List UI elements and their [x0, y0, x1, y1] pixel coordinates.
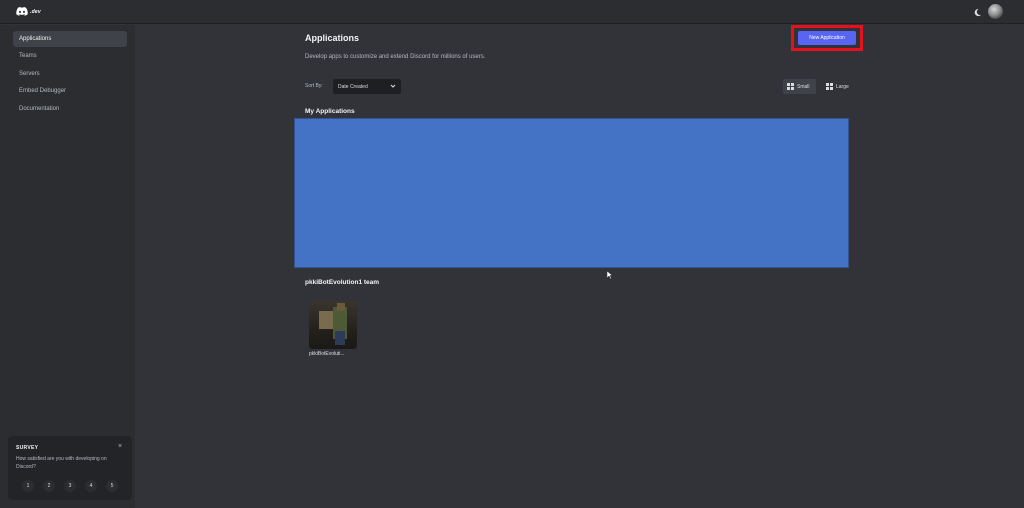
sort-value: Date Created — [338, 83, 368, 90]
my-applications-area — [294, 118, 849, 268]
sort-select[interactable]: Date Created — [333, 79, 401, 94]
app-thumbnail — [309, 301, 357, 349]
sidebar-item-applications[interactable]: Applications — [13, 31, 127, 47]
rating-button-4[interactable]: 4 — [85, 480, 97, 492]
size-small-label: Small — [797, 83, 810, 90]
user-avatar[interactable] — [988, 4, 1003, 19]
page-subtitle: Develop apps to customize and extend Dis… — [305, 54, 486, 60]
rating-button-2[interactable]: 2 — [43, 480, 55, 492]
survey-question: How satisfied are you with developing on… — [16, 456, 107, 470]
new-application-button[interactable]: New Application — [798, 31, 856, 45]
theme-toggle-button[interactable] — [970, 5, 984, 19]
grid-large-icon — [826, 83, 833, 90]
close-icon[interactable]: × — [118, 443, 122, 450]
app-name: pkkiBotEvoluti... — [309, 351, 345, 357]
chevron-down-icon — [390, 84, 396, 88]
sidebar-item-documentation[interactable]: Documentation — [13, 101, 127, 117]
survey-panel: SURVEY × How satisfied are you with deve… — [8, 436, 132, 500]
survey-title: SURVEY — [16, 445, 39, 451]
size-small-button[interactable]: Small — [783, 79, 816, 94]
sort-label: Sort By: — [305, 83, 323, 89]
page-title: Applications — [305, 33, 360, 43]
grid-small-icon — [787, 83, 794, 90]
discord-logo-icon — [16, 7, 28, 16]
rating-button-3[interactable]: 3 — [64, 480, 76, 492]
moon-icon — [974, 8, 981, 16]
my-applications-title: My Applications — [305, 108, 355, 115]
sidebar-item-teams[interactable]: Teams — [13, 48, 127, 64]
top-bar: .dev — [0, 0, 1024, 24]
discord-dev-logo[interactable]: .dev — [16, 7, 41, 16]
logo-text: .dev — [30, 8, 41, 15]
size-large-button[interactable]: Large — [822, 79, 856, 94]
rating-button-1[interactable]: 1 — [22, 480, 34, 492]
app-card[interactable]: pkkiBotEvoluti... — [306, 298, 358, 362]
team-title: pkkiBotEvolution1 team — [305, 279, 380, 286]
sidebar-item-servers[interactable]: Servers — [13, 66, 127, 82]
sidebar-item-embed-debugger[interactable]: Embed Debugger — [13, 83, 127, 99]
rating-button-5[interactable]: 5 — [106, 480, 118, 492]
size-large-label: Large — [836, 83, 849, 90]
mouse-cursor-icon — [607, 271, 613, 279]
